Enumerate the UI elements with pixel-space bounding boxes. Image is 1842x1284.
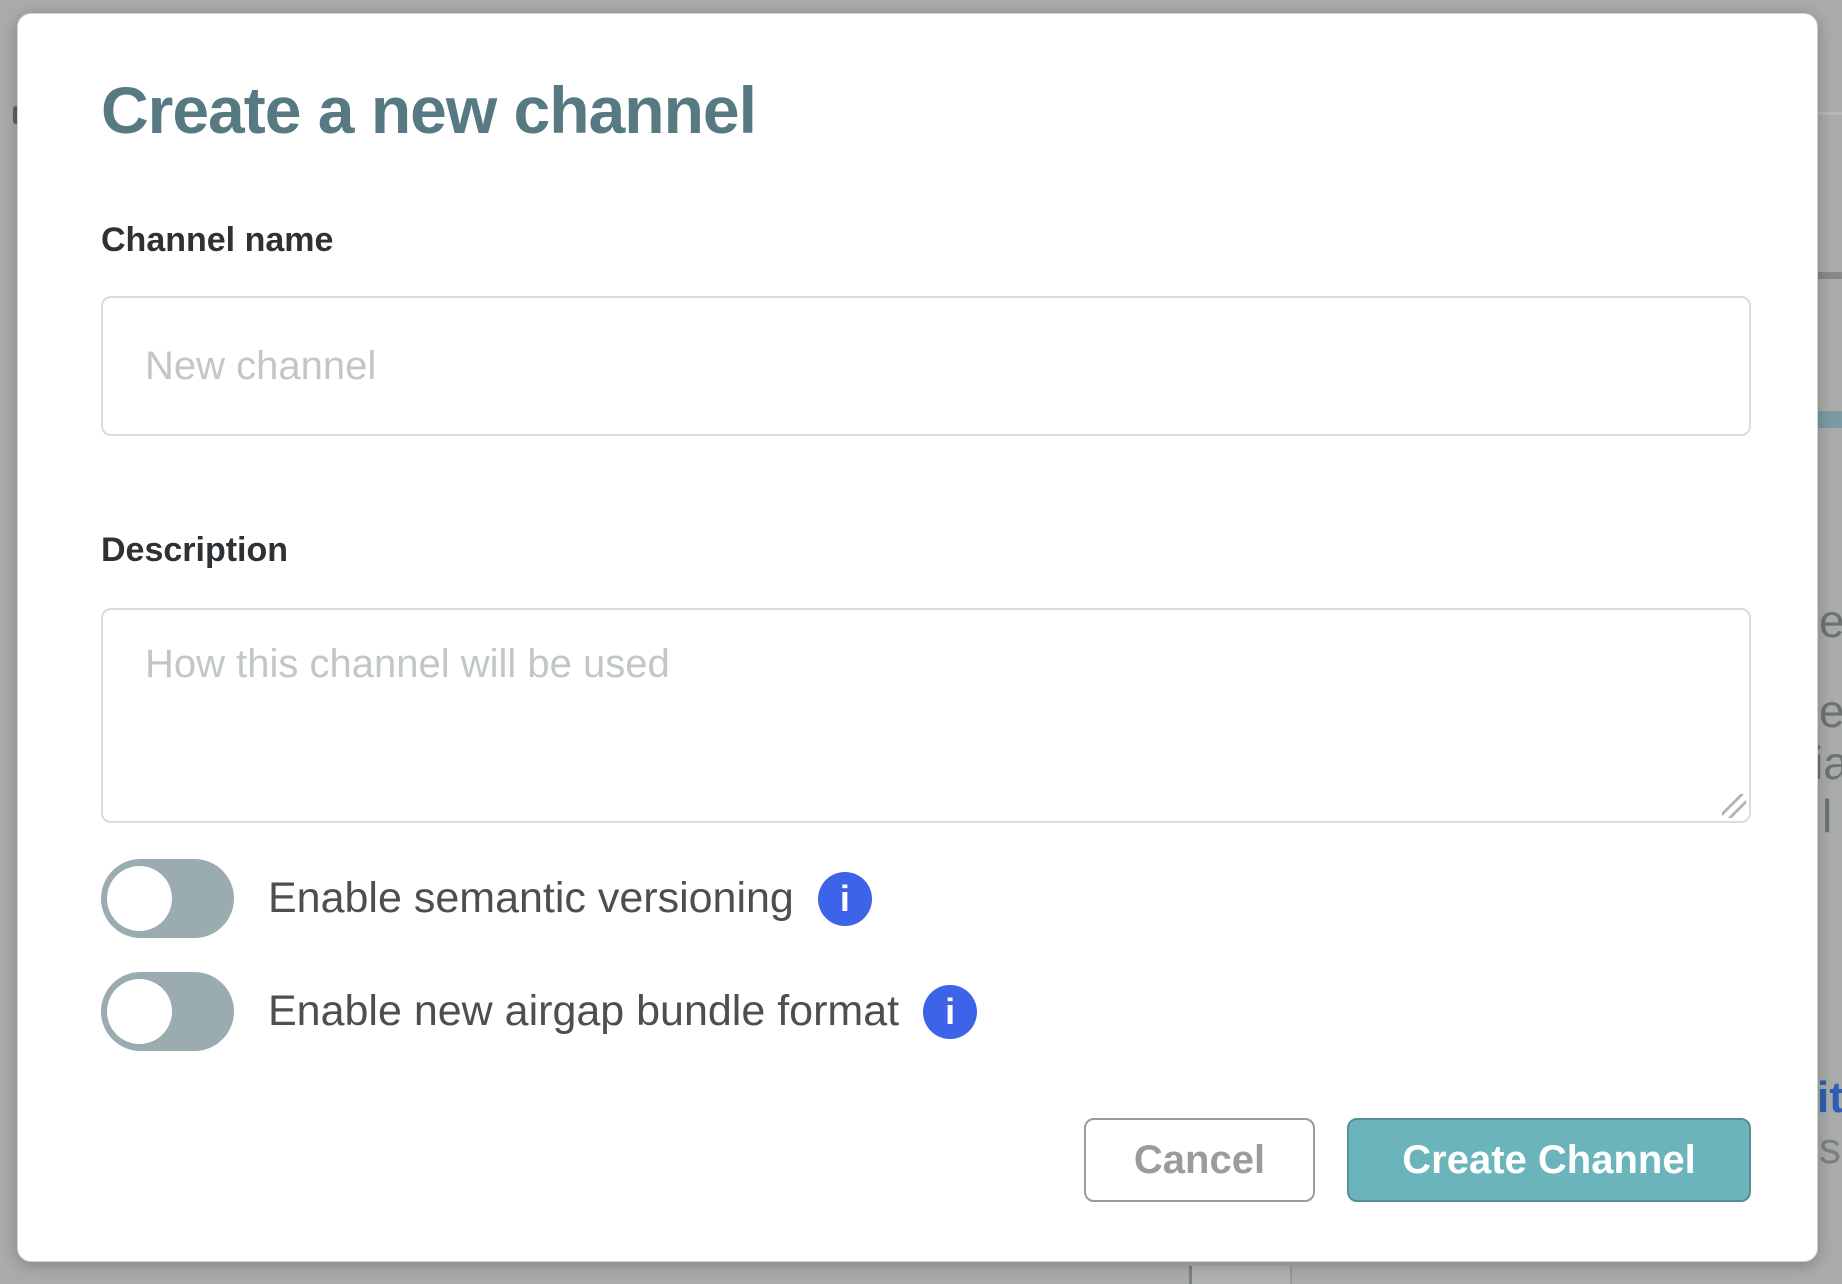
airgap-bundle-label: Enable new airgap bundle format	[268, 990, 899, 1033]
modal-title: Create a new channel	[101, 71, 1751, 149]
toggle-knob	[107, 979, 172, 1044]
background-table-border	[1290, 1266, 1292, 1284]
background-text-fragment: s	[1819, 1127, 1841, 1171]
background-table-cell	[1192, 1266, 1290, 1284]
dimmed-page-backdrop: e e ia l it s Create a new channel Chann…	[0, 0, 1842, 1284]
toggle-knob	[107, 866, 172, 931]
cancel-button[interactable]: Cancel	[1084, 1118, 1315, 1202]
semantic-versioning-label: Enable semantic versioning	[268, 877, 794, 920]
info-icon[interactable]: i	[818, 872, 872, 926]
textarea-resize-handle[interactable]	[1722, 794, 1746, 818]
background-text-fragment: l	[1822, 793, 1832, 839]
channel-name-input[interactable]	[101, 296, 1751, 436]
channel-name-label: Channel name	[101, 220, 1751, 260]
background-link-fragment: it	[1817, 1076, 1842, 1120]
modal-footer: Cancel Create Channel	[101, 1118, 1751, 1202]
semantic-versioning-toggle[interactable]	[101, 859, 234, 938]
background-text-fragment: e	[1819, 688, 1842, 734]
description-textarea[interactable]	[101, 608, 1751, 823]
background-text-fragment: e	[1819, 598, 1842, 644]
create-channel-modal: Create a new channel Channel name Descri…	[17, 13, 1818, 1262]
description-label: Description	[101, 530, 1751, 570]
create-channel-button[interactable]: Create Channel	[1347, 1118, 1751, 1202]
airgap-bundle-row: Enable new airgap bundle format i	[101, 972, 1751, 1051]
description-field-wrap	[101, 608, 1751, 823]
info-icon[interactable]: i	[923, 985, 977, 1039]
semantic-versioning-row: Enable semantic versioning i	[101, 859, 1751, 938]
airgap-bundle-toggle[interactable]	[101, 972, 234, 1051]
